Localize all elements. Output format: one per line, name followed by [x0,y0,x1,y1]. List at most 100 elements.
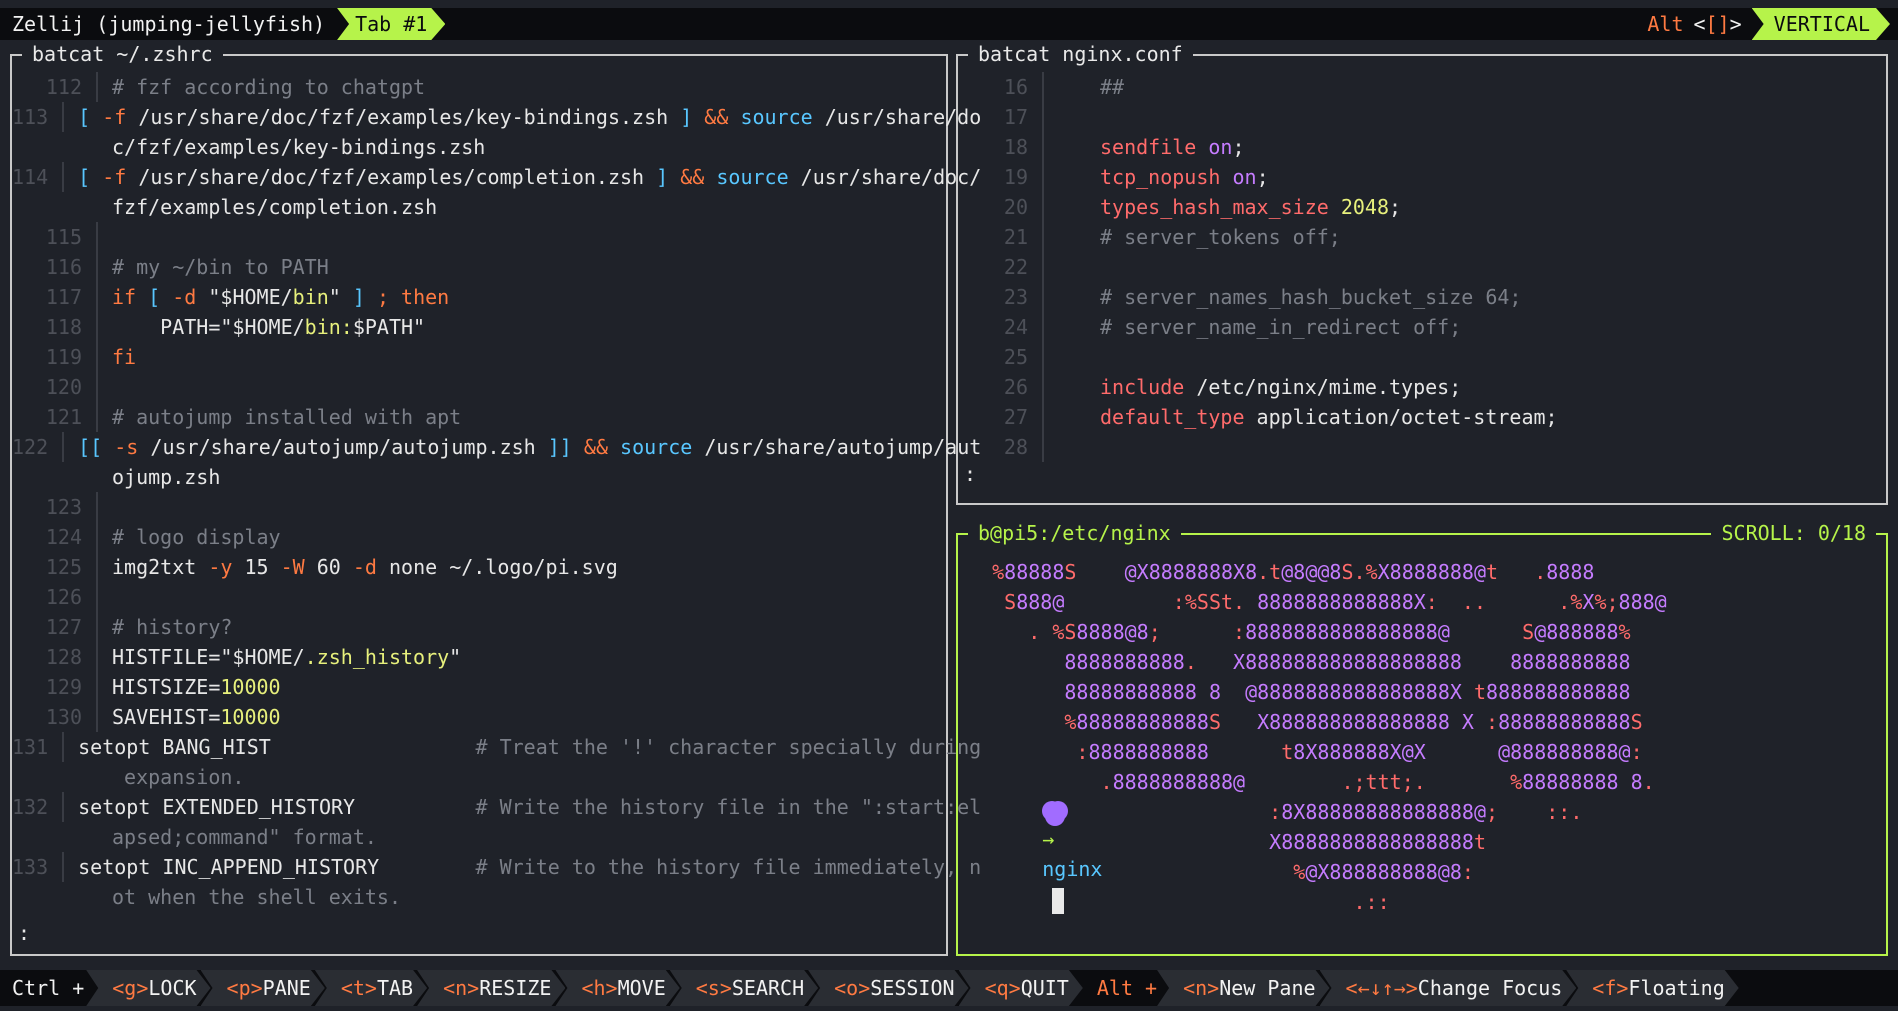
ascii-char [1149,860,1161,884]
left-pane[interactable]: batcat ~/.zshrc 112 # fzf according to ch… [10,42,981,956]
layout-vertical-pill[interactable]: VERTICAL [1752,8,1890,40]
ascii-char [1101,590,1113,614]
code-line: 129 HISTSIZE=10000 [12,672,946,702]
ascii-char: 8 [1028,590,1041,614]
ascii-char: 8 [1546,680,1559,704]
ascii-char [1161,620,1173,644]
ctrl-chip-resize[interactable]: <n> RESIZE [417,970,565,1006]
ascii-char [1233,800,1245,824]
ascii-char: 8 [1317,800,1330,824]
ascii-char: X [1582,590,1595,614]
right-top-pane[interactable]: batcat nginx.conf 16 ## 17 18 sendfile on; 19… [956,42,1888,505]
ascii-char: 8 [1510,680,1523,704]
line-number: 117 [12,282,98,312]
chip-label: SESSION [870,976,955,1000]
ascii-char: 8 [1269,620,1282,644]
ascii-char [980,650,992,674]
ascii-char [1245,710,1257,734]
ascii-char: 8 [1377,680,1390,704]
ascii-char [1426,770,1438,794]
ascii-char: 8 [1389,860,1402,884]
code-token: setopt BANG_HIST [78,735,271,759]
ascii-char: 8 [1305,620,1318,644]
line-number: 129 [12,672,98,702]
ascii-char: 8 [1606,650,1619,674]
code-token: ot when the shell exits. [112,885,401,909]
ascii-char: 8 [1534,740,1547,764]
ascii-char: 8 [1630,770,1643,794]
code-token: && [583,435,608,459]
ascii-char: 8 [1172,770,1185,794]
code-token: expansion. [112,765,245,789]
alt-chip-new-pane[interactable]: <n> New Pane [1157,970,1329,1006]
code-token: # my ~/bin to PATH [112,255,329,279]
ascii-char: 8 [1522,680,1535,704]
ascii-char: 8 [1365,800,1378,824]
line-number: 16 [958,72,1044,102]
ascii-char: 8 [1389,620,1402,644]
ascii-char: 8 [1281,830,1294,854]
code-token: sendfile [1100,135,1197,159]
ascii-char: 8 [1534,710,1547,734]
ascii-char: 8 [1606,770,1619,794]
ascii-char: 8 [1281,680,1294,704]
code-token: on [1232,165,1257,189]
ascii-char [1233,860,1245,884]
ascii-char [1137,860,1149,884]
ctrl-chip-move[interactable]: <h> MOVE [555,970,679,1006]
ascii-char [1101,560,1113,584]
ascii-char: ; [1486,800,1499,824]
code-line: fzf/examples/completion.zsh [12,192,946,222]
ascii-char [1125,590,1137,614]
terminal-prompt[interactable]: → nginx [970,764,1102,944]
ascii-char [1534,800,1546,824]
ascii-char: : [1233,620,1246,644]
ascii-char: 8 [1365,620,1378,644]
ascii-char [1149,800,1161,824]
tab-1[interactable]: Tab #1 [337,8,445,40]
ascii-char [1125,830,1137,854]
ascii-char: 8 [1269,710,1282,734]
ascii-char: 8 [1425,620,1438,644]
code-token: ; [1256,165,1269,189]
ascii-char: 8 [1293,680,1306,704]
code-line: 124 # logo display [12,522,946,552]
ascii-char: 8 [1293,710,1306,734]
ctrl-chip-lock[interactable]: <g> LOCK [86,970,210,1006]
ascii-char [1474,650,1486,674]
code-token: HISTSIZE= [112,675,221,699]
ctrl-chip-search[interactable]: <s> SEARCH [670,970,818,1006]
code-token: # Write to the history file immediately,… [475,855,982,879]
ascii-char: 8 [1088,710,1101,734]
ascii-char [1197,830,1209,854]
alt-chip-floating[interactable]: <f> Floating [1566,970,1738,1006]
line-number: 27 [958,402,1044,432]
alt-chip-change-focus[interactable]: <←↓↑→> Change Focus [1320,970,1577,1006]
ascii-char: . [1184,650,1197,674]
ascii-char [1305,770,1317,794]
ascii-char [1426,740,1438,764]
right-bottom-terminal-pane[interactable]: b@pi5:/etc/nginx SCROLL: 0/18 %88888S @X… [956,521,1888,956]
ascii-char: 8 [1510,740,1523,764]
chip-label: RESIZE [479,976,552,1000]
alt-label: Alt [1647,12,1684,36]
ascii-char [1149,590,1161,614]
code-token: 10000 [220,675,281,699]
ctrl-chip-pane[interactable]: <p> PANE [201,970,325,1006]
ascii-char: 8 [1365,830,1378,854]
ascii-char [1498,560,1510,584]
key-hint: <p> [226,976,263,1000]
ascii-char [1040,680,1052,704]
ctrl-chip-tab[interactable]: <t> TAB [315,970,427,1006]
ascii-char: X [1389,740,1402,764]
ctrl-chip-quit[interactable]: <q> QUIT [959,970,1083,1006]
code-token: source [620,435,693,459]
code-token: /usr/share/autojump/aut [692,435,982,459]
ascii-char: 8 [1184,710,1197,734]
line-content: fzf/examples/completion.zsh [98,192,437,222]
code-token: ]] [547,435,572,459]
ascii-char: . [1642,770,1655,794]
ctrl-chip-session[interactable]: <o> SESSION [808,970,968,1006]
